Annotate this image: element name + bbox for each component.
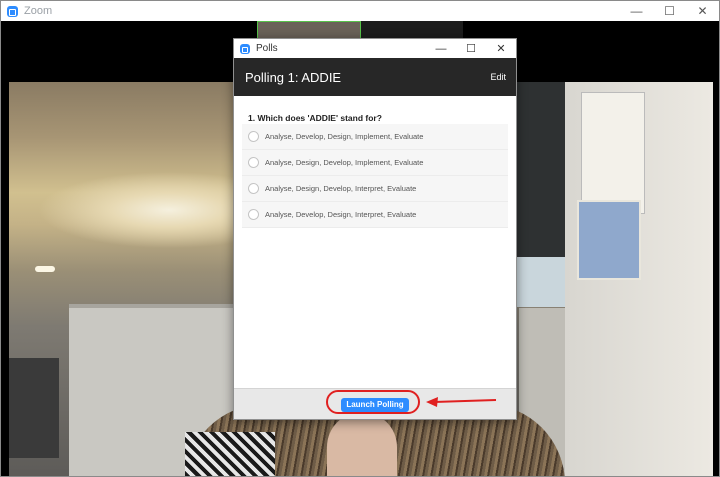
annotation-arrow-icon: [426, 397, 497, 407]
background-poster: [581, 92, 645, 214]
poll-name: Polling 1: ADDIE: [245, 69, 342, 85]
polls-dialog: Polls — ☐ ✕ Polling 1: ADDIE Edit 1. Whi…: [233, 38, 517, 420]
poll-option[interactable]: Analyse, Develop, Design, Implement, Eva…: [242, 124, 508, 150]
poll-question: 1. Which does 'ADDIE' stand for?: [248, 113, 382, 123]
polls-dialog-title: Polls: [256, 43, 278, 54]
poll-header: Polling 1: ADDIE Edit: [234, 58, 516, 96]
poll-option-label: Analyse, Develop, Design, Implement, Eva…: [265, 132, 424, 141]
poll-option-label: Analyse, Develop, Design, Interpret, Eva…: [265, 210, 417, 219]
close-icon[interactable]: ✕: [686, 1, 719, 21]
minimize-icon[interactable]: —: [426, 39, 456, 58]
minimize-icon[interactable]: —: [620, 1, 653, 21]
poll-options: Analyse, Develop, Design, Implement, Eva…: [242, 124, 508, 228]
poll-option[interactable]: Analyse, Develop, Design, Interpret, Eva…: [242, 202, 508, 228]
close-icon[interactable]: ✕: [486, 39, 516, 58]
edit-poll-link[interactable]: Edit: [490, 72, 506, 82]
ceiling-light: [35, 266, 55, 272]
zoom-window-controls: — ☐ ✕: [620, 1, 719, 21]
radio-icon[interactable]: [248, 131, 259, 142]
zoom-titlebar[interactable]: Zoom — ☐ ✕: [1, 1, 719, 21]
polls-titlebar[interactable]: Polls — ☐ ✕: [234, 39, 516, 58]
annotation-circle: [326, 390, 420, 414]
radio-icon[interactable]: [248, 157, 259, 168]
participant-sweater: [185, 432, 275, 476]
participant-face: [327, 412, 397, 476]
zoom-window-title: Zoom: [24, 5, 53, 17]
zoom-logo-icon: [240, 43, 250, 54]
maximize-icon[interactable]: ☐: [456, 39, 486, 58]
poll-body: 1. Which does 'ADDIE' stand for? Analyse…: [234, 96, 516, 388]
zoom-logo-icon: [7, 5, 18, 17]
maximize-icon[interactable]: ☐: [653, 1, 686, 21]
radio-icon[interactable]: [248, 209, 259, 220]
polls-window-controls: — ☐ ✕: [426, 39, 516, 58]
poll-option-label: Analyse, Design, Develop, Interpret, Eva…: [265, 184, 417, 193]
radio-icon[interactable]: [248, 183, 259, 194]
poll-option-label: Analyse, Design, Develop, Implement, Eva…: [265, 158, 424, 167]
poll-option[interactable]: Analyse, Design, Develop, Implement, Eva…: [242, 150, 508, 176]
background-poster-blue: [577, 200, 641, 280]
background-shelf: [9, 358, 59, 458]
poll-option[interactable]: Analyse, Design, Develop, Interpret, Eva…: [242, 176, 508, 202]
